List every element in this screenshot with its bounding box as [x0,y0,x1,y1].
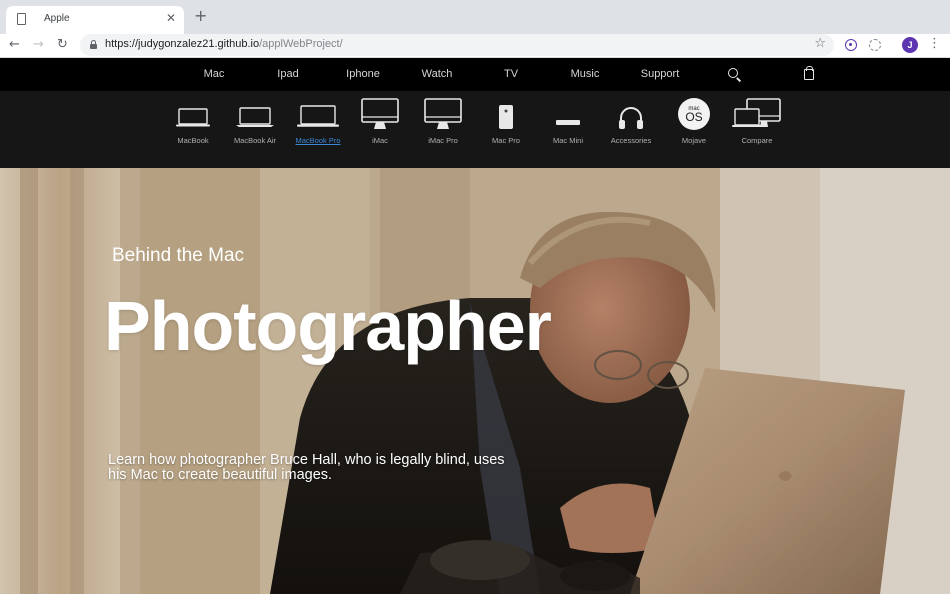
nav-item-support[interactable]: Support [641,68,680,80]
nav-item-music[interactable]: Music [571,68,600,80]
bookmark-star-icon[interactable]: ☆ [814,36,826,51]
hero-title: Photographer [104,287,552,365]
hero-description: Learn how photographer Bruce Hall, who i… [108,452,505,483]
lock-icon [90,40,97,49]
imac-pro-icon [424,98,462,129]
hero-banner: Behind the Mac Photographer Learn how ph… [0,168,950,594]
nav-item-iphone[interactable]: Iphone [346,68,380,80]
browser-tab-strip: Apple ✕ + [0,0,950,34]
hero-photo [0,168,950,594]
nav-item-watch[interactable]: Watch [422,68,453,80]
browser-tab[interactable]: Apple ✕ [6,6,184,34]
imac-icon [361,98,399,129]
subnav-item-compare[interactable]: Compare [717,91,797,151]
headphones-icon [619,107,643,129]
profile-avatar[interactable]: J [902,37,918,53]
page-icon [17,13,26,25]
search-icon[interactable] [728,68,738,78]
address-bar[interactable]: https://judygonzalez21.github.io/applWeb… [80,34,834,56]
new-tab-button[interactable]: + [194,8,207,24]
mac-pro-icon [499,105,513,129]
back-icon[interactable]: ← [9,37,20,53]
tab-title: Apple [44,13,70,24]
hero-eyebrow: Behind the Mac [112,245,245,266]
url-text[interactable]: https://judygonzalez21.github.io/applWeb… [105,38,343,50]
nav-item-tv[interactable]: TV [504,68,518,80]
svg-text:OS: OS [685,110,702,124]
reload-icon[interactable]: ↻ [57,37,68,53]
compare-icon [732,98,781,127]
mac-mini-icon [556,120,580,125]
extension-icon[interactable] [845,39,857,51]
shopping-bag-icon[interactable] [804,66,814,80]
browser-menu-icon[interactable]: ⋮ [928,36,941,51]
apple-global-nav: Mac Ipad Iphone Watch TV Music Support [0,59,950,91]
forward-icon[interactable]: → [33,37,44,53]
macbook-pro-icon [297,105,339,127]
macbook-air-icon [236,107,274,127]
tab-close-icon[interactable]: ✕ [166,11,176,25]
mac-product-subnav: MacBook MacBook Air MacBook Pro iMac iMa… [0,91,950,168]
subnav-label: Compare [741,136,773,145]
nav-item-ipad[interactable]: Ipad [277,68,298,80]
nav-item-mac[interactable]: Mac [204,68,225,80]
browser-toolbar: ← → ↻ https://judygonzalez21.github.io/a… [0,34,950,58]
extension-loading-icon[interactable] [869,39,881,51]
macos-icon: mac OS [678,98,710,130]
macbook-icon [176,108,210,127]
